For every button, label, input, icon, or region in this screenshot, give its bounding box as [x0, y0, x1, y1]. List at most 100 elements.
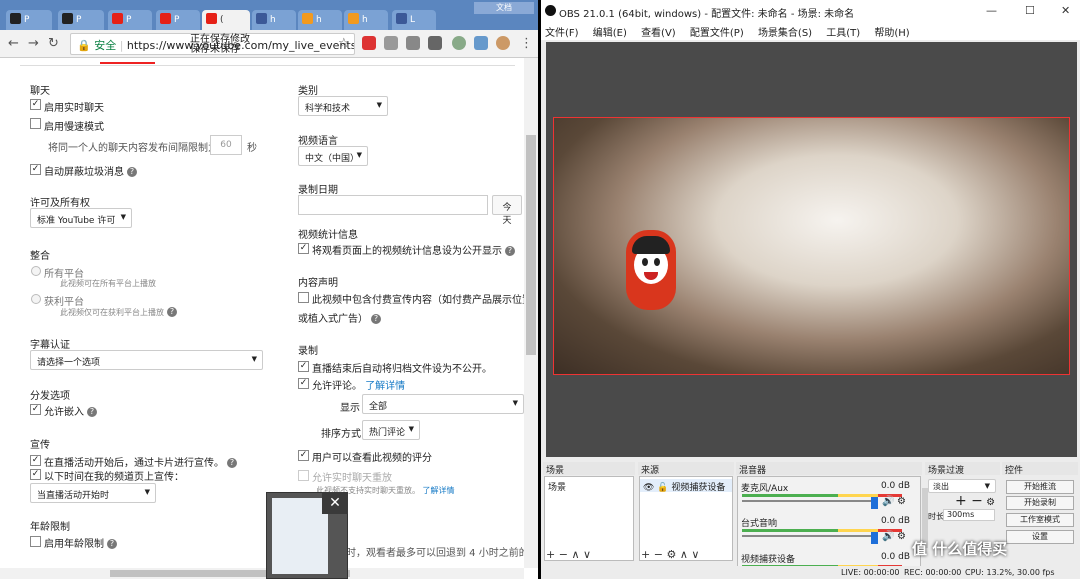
duration-input[interactable]: 300ms — [943, 509, 995, 521]
obs-preview-area[interactable] — [546, 42, 1077, 457]
browser-tab[interactable]: h — [298, 10, 342, 30]
back-icon[interactable]: ← — [8, 36, 19, 51]
menu-view[interactable]: 查看(V) — [641, 28, 676, 39]
help-icon[interactable]: ? — [371, 314, 381, 324]
volume-slider[interactable] — [742, 535, 872, 537]
language-dropdown[interactable]: 中文（中国） ▼ — [298, 146, 368, 166]
volume-slider-handle[interactable] — [871, 532, 878, 544]
extension-icon[interactable] — [362, 36, 376, 50]
visibility-eye-icon[interactable]: 👁 — [643, 483, 654, 493]
extension-icon[interactable] — [496, 36, 510, 50]
close-icon[interactable]: ✕ — [1061, 4, 1070, 17]
minimize-icon[interactable]: — — [986, 4, 997, 17]
gear-icon[interactable]: ⚙ — [983, 497, 995, 508]
volume-slider[interactable] — [742, 500, 872, 502]
extension-icon[interactable] — [428, 36, 442, 50]
start-recording-button[interactable]: 开始录制 — [1006, 496, 1074, 510]
menu-scene-collection[interactable]: 场景集合(S) — [758, 28, 812, 39]
camera-icon[interactable] — [406, 36, 420, 50]
add-icon[interactable]: + — [641, 548, 650, 561]
extension-icon[interactable] — [452, 36, 466, 50]
gear-icon[interactable]: ⚙ — [897, 531, 906, 542]
monetized-platforms-radio[interactable] — [31, 294, 41, 304]
caption-dropdown[interactable]: 请选择一个选项 ▼ — [30, 350, 263, 370]
paid-promo-checkbox[interactable] — [298, 292, 309, 303]
move-up-icon[interactable]: ∧ — [680, 548, 688, 561]
slow-mode-checkbox[interactable] — [30, 118, 41, 129]
menu-profile[interactable]: 配置文件(P) — [690, 28, 744, 39]
stats-public-checkbox[interactable]: ✓ — [298, 243, 309, 254]
settings-button[interactable]: 设置 — [1006, 530, 1074, 544]
video-capture-preview[interactable] — [553, 117, 1070, 375]
menu-help[interactable]: 帮助(H) — [874, 28, 909, 39]
browser-tab[interactable]: P — [58, 10, 104, 30]
remove-icon[interactable]: − — [559, 548, 568, 561]
forward-icon[interactable]: → — [28, 36, 39, 51]
menu-edit[interactable]: 编辑(E) — [593, 28, 627, 39]
today-button[interactable]: 今天 — [492, 195, 522, 226]
browser-tab-active[interactable]: ( — [202, 10, 250, 30]
browser-tab[interactable]: P — [156, 10, 200, 30]
menu-tools[interactable]: 工具(T) — [826, 28, 860, 39]
scene-item[interactable]: 场景 — [545, 479, 633, 493]
remove-icon[interactable]: − — [967, 493, 983, 509]
display-dropdown[interactable]: 全部 ▼ — [362, 394, 524, 414]
promote-channel-checkbox[interactable]: ✓ — [30, 469, 41, 480]
age-restrict-checkbox[interactable] — [30, 536, 41, 547]
help-icon[interactable]: ? — [227, 458, 237, 468]
source-lock-icon[interactable]: 🔓 — [657, 483, 668, 493]
live-replay-checkbox[interactable] — [298, 470, 309, 481]
speaker-icon[interactable]: 🔊 — [882, 531, 894, 542]
archive-unlisted-checkbox[interactable]: ✓ — [298, 361, 309, 372]
add-icon[interactable]: + — [546, 548, 555, 561]
learn-more-link[interactable]: 了解详情 — [365, 381, 405, 392]
browser-tab[interactable]: h — [344, 10, 388, 30]
promote-time-dropdown[interactable]: 当直播活动开始时 ▼ — [30, 483, 156, 503]
promote-cards-checkbox[interactable]: ✓ — [30, 455, 41, 466]
help-icon[interactable]: ? — [107, 539, 117, 549]
move-down-icon[interactable]: ∨ — [583, 548, 591, 561]
browser-tab[interactable]: P — [6, 10, 52, 30]
category-dropdown[interactable]: 科学和技术 ▼ — [298, 96, 388, 116]
realtime-chat-checkbox[interactable]: ✓ — [30, 99, 41, 110]
view-ratings-checkbox[interactable]: ✓ — [298, 450, 309, 461]
auto-block-checkbox[interactable]: ✓ — [30, 164, 41, 175]
sort-dropdown[interactable]: 热门评论 ▼ — [362, 420, 420, 440]
remove-icon[interactable]: − — [654, 548, 663, 561]
help-icon[interactable]: ? — [127, 167, 137, 177]
vertical-scrollbar-thumb[interactable] — [526, 135, 536, 355]
help-icon[interactable]: ? — [167, 307, 177, 317]
help-icon[interactable]: ? — [505, 246, 515, 256]
learn-more-link[interactable]: 了解详情 — [423, 486, 455, 495]
allow-comments-checkbox[interactable]: ✓ — [298, 378, 309, 389]
allow-embed-checkbox[interactable]: ✓ — [30, 404, 41, 415]
maximize-icon[interactable]: ☐ — [1025, 4, 1035, 17]
volume-slider-handle[interactable] — [871, 497, 878, 509]
start-streaming-button[interactable]: 开始推流 — [1006, 480, 1074, 494]
menu-file[interactable]: 文件(F) — [545, 28, 579, 39]
browser-tab[interactable]: h — [252, 10, 296, 30]
gear-icon[interactable]: ⚙ — [666, 548, 676, 561]
browser-tab[interactable]: L — [392, 10, 436, 30]
speaker-icon[interactable]: 🔊 — [882, 496, 894, 507]
menu-kebab-icon[interactable]: ⋮ — [520, 36, 533, 51]
extension-icon[interactable] — [384, 36, 398, 50]
source-item[interactable]: 👁 🔓 视频捕获设备 — [640, 479, 732, 493]
license-dropdown[interactable]: 标准 YouTube 许可 ▼ — [30, 208, 132, 228]
move-up-icon[interactable]: ∧ — [571, 548, 579, 561]
help-icon[interactable]: ? — [87, 407, 97, 417]
record-date-input[interactable] — [298, 195, 488, 215]
all-platforms-radio[interactable] — [31, 266, 41, 276]
bookmark-star-icon[interactable]: ☆ — [338, 36, 350, 51]
reload-icon[interactable]: ↻ — [48, 36, 59, 51]
add-icon[interactable]: + — [955, 493, 967, 509]
extension-icon[interactable] — [474, 36, 488, 50]
slow-mode-interval-input[interactable]: 60 — [210, 135, 242, 155]
move-down-icon[interactable]: ∨ — [691, 548, 699, 561]
transition-dropdown[interactable]: 淡出 ▼ — [928, 479, 996, 493]
browser-tab[interactable]: P — [108, 10, 152, 30]
close-icon[interactable]: ✕ — [322, 492, 348, 514]
gear-icon[interactable]: ⚙ — [897, 496, 906, 507]
window-user-button[interactable]: 文档 — [474, 2, 534, 14]
studio-mode-button[interactable]: 工作室模式 — [1006, 513, 1074, 527]
